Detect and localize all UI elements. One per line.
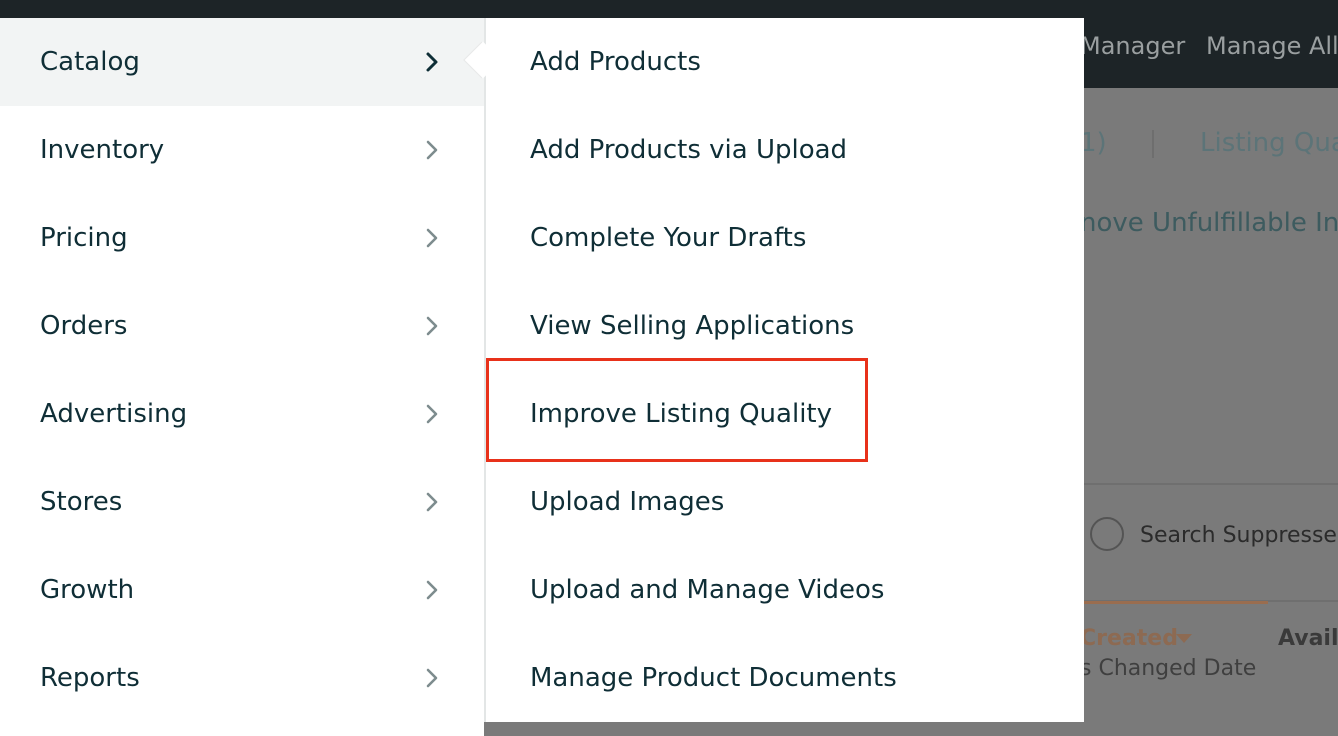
submenu-item-upload-images[interactable]: Upload Images <box>486 458 1084 546</box>
menu-item-label: Catalog <box>40 47 140 77</box>
submenu-item-improve-listing-quality[interactable]: Improve Listing Quality <box>486 370 1084 458</box>
submenu-item-label: Upload Images <box>530 487 725 517</box>
menu-item-label: Orders <box>40 311 128 341</box>
menu-item-reports[interactable]: Reports <box>0 634 484 722</box>
tab-count[interactable]: 1) <box>1080 128 1107 158</box>
remove-unfulfillable-link[interactable]: nove Unfulfillable In <box>1080 208 1338 238</box>
submenu-item-view-selling-applications[interactable]: View Selling Applications <box>486 282 1084 370</box>
menu-item-advertising[interactable]: Advertising <box>0 370 484 458</box>
submenu-item-manage-product-documents[interactable]: Manage Product Documents <box>486 634 1084 722</box>
menu-item-growth[interactable]: Growth <box>0 546 484 634</box>
submenu-item-label: Add Products <box>530 47 701 77</box>
catalog-submenu: Add Products Add Products via Upload Com… <box>484 18 1084 722</box>
menu-item-label: Growth <box>40 575 135 605</box>
column-header-created[interactable]: Created <box>1080 626 1178 651</box>
column-subheader-changed-date[interactable]: s Changed Date <box>1080 656 1256 681</box>
menu-item-label: Reports <box>40 663 140 693</box>
submenu-item-label: View Selling Applications <box>530 311 855 341</box>
nav-link-manage-all[interactable]: Manage All <box>1206 32 1338 60</box>
nav-link-manager[interactable]: Manager <box>1080 32 1185 60</box>
submenu-item-complete-your-drafts[interactable]: Complete Your Drafts <box>486 194 1084 282</box>
menu-item-orders[interactable]: Orders <box>0 282 484 370</box>
tab-listing-quality[interactable]: Listing Qua <box>1200 128 1338 158</box>
menu-item-stores[interactable]: Stores <box>0 458 484 546</box>
menu-item-label: Stores <box>40 487 123 517</box>
menu-item-inventory[interactable]: Inventory <box>0 106 484 194</box>
chevron-right-icon <box>420 402 444 426</box>
menu-item-label: Inventory <box>40 135 165 165</box>
chevron-right-icon <box>420 138 444 162</box>
submenu-item-add-products-via-upload[interactable]: Add Products via Upload <box>486 106 1084 194</box>
submenu-item-label: Upload and Manage Videos <box>530 575 885 605</box>
chevron-right-icon <box>420 50 444 74</box>
submenu-item-add-products[interactable]: Add Products <box>486 18 1084 106</box>
divider <box>1084 483 1338 485</box>
search-suppressed-radio[interactable] <box>1090 517 1124 551</box>
chevron-right-icon <box>420 490 444 514</box>
menu-item-label: Advertising <box>40 399 188 429</box>
menu-item-pricing[interactable]: Pricing <box>0 194 484 282</box>
main-navigation-menu: Catalog Inventory Pricing Orders Adverti… <box>0 18 484 736</box>
column-header-available[interactable]: Availa <box>1278 626 1338 651</box>
submenu-item-label: Complete Your Drafts <box>530 223 807 253</box>
tab-divider <box>1152 130 1154 158</box>
sort-indicator-bar <box>1084 601 1268 604</box>
submenu-item-label: Improve Listing Quality <box>530 399 832 429</box>
search-suppressed-label: Search Suppressed <box>1140 523 1338 548</box>
chevron-right-icon <box>420 226 444 250</box>
submenu-item-upload-and-manage-videos[interactable]: Upload and Manage Videos <box>486 546 1084 634</box>
chevron-right-icon <box>420 666 444 690</box>
submenu-item-label: Add Products via Upload <box>530 135 848 165</box>
menu-item-label: Pricing <box>40 223 128 253</box>
submenu-item-label: Manage Product Documents <box>530 663 897 693</box>
chevron-right-icon <box>420 578 444 602</box>
sort-caret-icon[interactable] <box>1176 634 1192 643</box>
chevron-right-icon <box>420 314 444 338</box>
menu-item-catalog[interactable]: Catalog <box>0 18 484 106</box>
